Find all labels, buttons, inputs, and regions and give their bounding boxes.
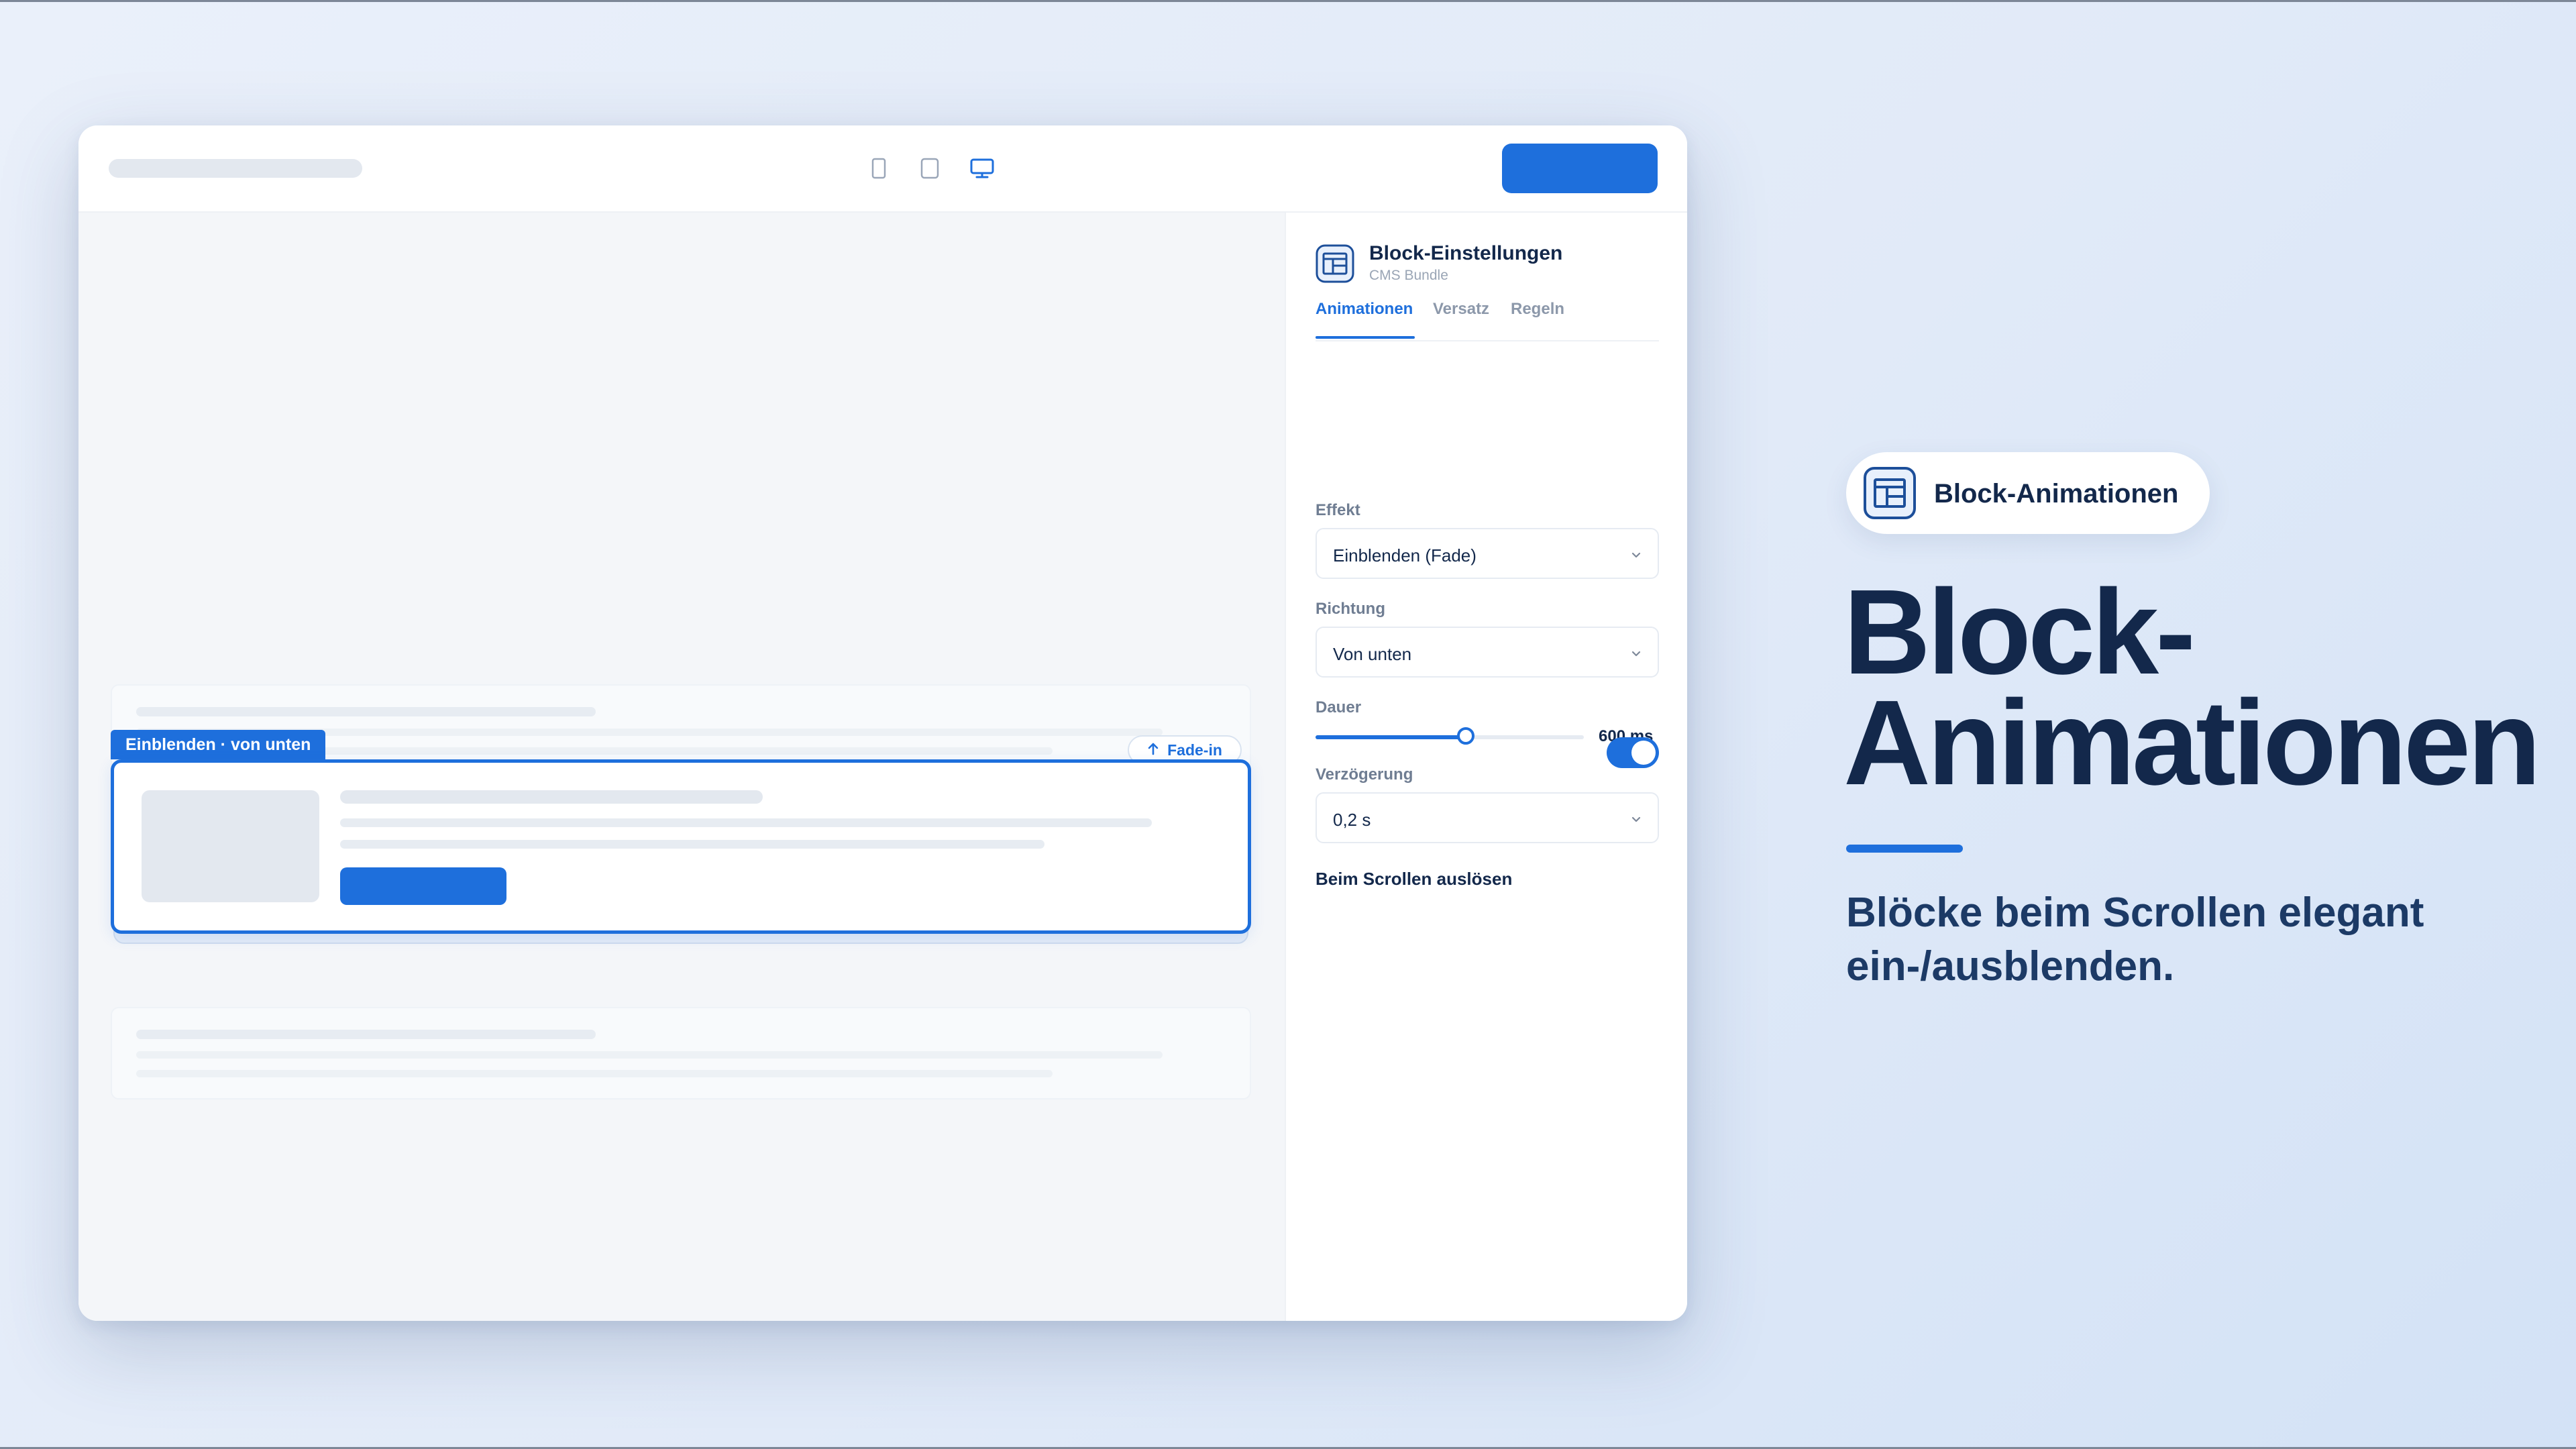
editor-window: Einblenden · von unten Fade-in Block-Ein… [78,125,1687,1321]
feature-badge: Block-Animationen [1846,452,2210,534]
layout-block-icon [1316,244,1354,283]
feature-badge-label: Block-Animationen [1934,479,2179,508]
duration-slider-thumb[interactable] [1457,727,1474,745]
accent-divider [1846,845,1963,853]
skeleton-line [136,1051,1163,1059]
hero-subline: Blöcke beim Scrollen elegant ein-/ausble… [1846,886,2544,994]
desktop-device-icon [970,158,994,178]
duration-slider-fill [1316,735,1466,739]
layout-block-icon [1863,466,1917,520]
editor-toolbar [78,125,1687,213]
content-block-below[interactable] [111,1007,1251,1099]
duration-label: Dauer [1316,698,1362,716]
selected-block-label: Einblenden · von unten [111,730,326,759]
direction-select-value: Von unten [1333,644,1412,664]
effect-select[interactable]: Einblenden (Fade) [1316,528,1659,579]
hero-headline-line-1: Block- [1843,565,2196,700]
skeleton-line [136,707,596,716]
chevron-down-icon [1629,647,1643,660]
animation-badge-label: Fade-in [1167,741,1222,759]
mobile-device-icon [871,158,886,179]
skeleton-line [136,1030,596,1039]
mobile-preview-button[interactable] [870,158,888,179]
tab-versatz[interactable]: Versatz [1433,300,1489,319]
chevron-down-icon [1629,812,1643,826]
skeleton-line [340,840,1044,849]
document-title-placeholder [109,159,362,178]
skeleton-line [340,818,1152,827]
desktop-preview-button[interactable] [969,158,996,179]
duration-slider[interactable] [1316,727,1584,745]
tablet-device-icon [920,158,939,179]
tab-regeln[interactable]: Regeln [1511,300,1564,319]
chevron-down-icon [1629,548,1643,561]
scroll-trigger-toggle[interactable] [1607,737,1659,768]
delay-label: Verzögerung [1316,765,1413,784]
direction-select[interactable]: Von unten [1316,627,1659,678]
hero-subline-line-1: Blöcke beim Scrollen elegant [1846,890,2424,936]
hero-headline: Block- Animationen [1843,565,2568,810]
tablet-preview-button[interactable] [919,158,941,179]
hero-subline-line-2: ein-/ausblenden. [1846,943,2175,989]
effect-label: Effekt [1316,501,1360,519]
toggle-knob [1631,741,1656,765]
active-tab-indicator [1316,336,1415,339]
arrow-up-icon [1147,741,1159,759]
skeleton-heading [340,790,763,804]
panel-subtitle: CMS Bundle [1369,268,1448,283]
frame-border-top [0,0,2576,2]
delay-select[interactable]: 0,2 s [1316,792,1659,843]
panel-title: Block-Einstellungen [1369,242,1563,264]
settings-tabs: Animationen Versatz Regeln [1316,300,1659,341]
image-placeholder [142,790,319,902]
page-canvas: Einblenden · von unten Fade-in [78,213,1285,1321]
block-cta-button[interactable] [340,867,506,905]
effect-select-value: Einblenden (Fade) [1333,545,1477,566]
delay-select-value: 0,2 s [1333,810,1371,830]
publish-button[interactable] [1502,144,1658,193]
hero-headline-line-2: Animationen [1843,676,2541,810]
tab-animationen[interactable]: Animationen [1316,300,1413,319]
selected-content-block[interactable] [111,759,1251,934]
direction-label: Richtung [1316,600,1385,618]
skeleton-line [136,1070,1053,1077]
scroll-trigger-label: Beim Scrollen auslösen [1316,869,1513,889]
